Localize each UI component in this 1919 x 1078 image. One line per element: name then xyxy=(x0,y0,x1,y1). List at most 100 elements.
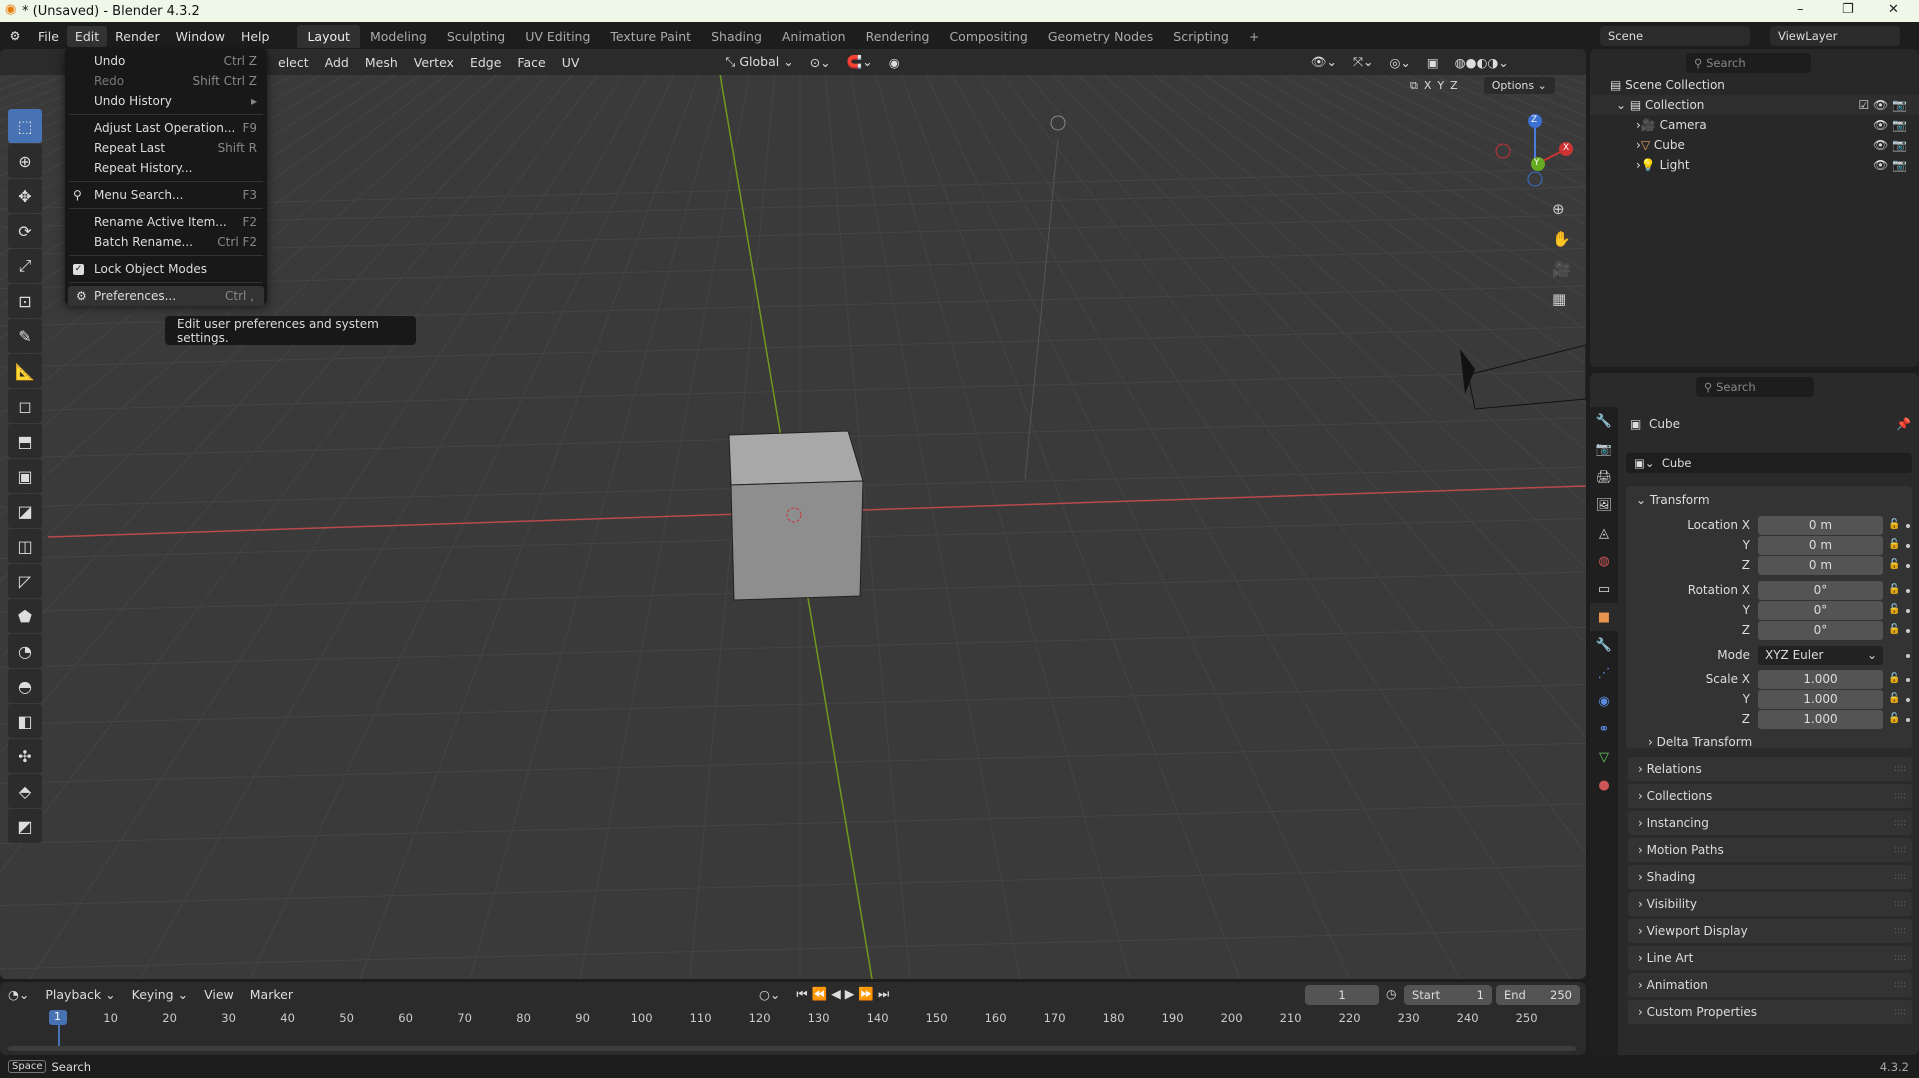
measure-tool[interactable]: 📐 xyxy=(8,354,42,388)
tab-scripting[interactable]: Scripting xyxy=(1163,25,1239,48)
lock-icon[interactable]: 🔓 xyxy=(1888,539,1900,550)
eye-icon[interactable]: 👁 📷 xyxy=(1873,118,1907,132)
editor-type-icon[interactable]: ◔⌄ xyxy=(0,985,37,1004)
spin-tool[interactable]: ◔ xyxy=(8,634,42,668)
location-z-field[interactable]: 0 m xyxy=(1758,556,1883,575)
menu-playback[interactable]: Playback ⌄ xyxy=(37,985,123,1004)
data-tab-icon[interactable]: ▽ xyxy=(1590,743,1618,771)
zoom-icon[interactable]: ⊕ xyxy=(1552,194,1571,224)
tab-sculpting[interactable]: Sculpting xyxy=(437,25,515,48)
menu-item-repeat-history[interactable]: Repeat History... xyxy=(65,158,267,178)
knife-tool[interactable]: ◸ xyxy=(8,564,42,598)
scale-y-field[interactable]: 1.000 xyxy=(1758,690,1883,709)
keyframe-dot-icon[interactable] xyxy=(1906,589,1910,593)
location-x-field[interactable]: 0 m xyxy=(1758,516,1883,535)
view-layer-selector[interactable]: ViewLayer xyxy=(1770,26,1900,46)
options-dropdown[interactable]: Options ⌄ xyxy=(1483,77,1555,94)
auto-keying-toggle[interactable]: ○⌄ xyxy=(751,985,788,1004)
end-frame-field[interactable]: End 250 xyxy=(1496,985,1580,1005)
outliner-item-camera[interactable]: › 🎥 Camera 👁 📷 xyxy=(1590,115,1919,135)
transform-tool[interactable]: ⊡ xyxy=(8,284,42,318)
menu-item-lock-object-modes[interactable]: ✓ Lock Object Modes xyxy=(65,259,267,279)
menu-item-menu-search[interactable]: ⚲ Menu Search... F3 xyxy=(65,185,267,205)
transform-header[interactable]: ⌄ Transform xyxy=(1626,486,1912,514)
menu-item-undo[interactable]: Undo Ctrl Z xyxy=(65,51,267,71)
view-layer-tab-icon[interactable]: 🖼 xyxy=(1590,491,1618,519)
perspective-grid-icon[interactable]: ▦ xyxy=(1552,284,1571,314)
keyframe-dot-icon[interactable] xyxy=(1906,564,1910,568)
checkbox-checked-icon[interactable]: ✓ xyxy=(73,263,84,275)
start-frame-field[interactable]: Start 1 xyxy=(1404,985,1492,1005)
menu-edit[interactable]: Edit xyxy=(66,25,108,47)
menu-vertex[interactable]: Vertex xyxy=(406,53,462,72)
particles-tab-icon[interactable]: ⋰ xyxy=(1590,659,1618,687)
panel-viewport-display[interactable]: › Viewport Display:::: xyxy=(1628,919,1912,943)
edge-slide-tool[interactable]: ◧ xyxy=(8,704,42,738)
proportional-edit-icon[interactable]: ◉ xyxy=(881,53,908,72)
pan-hand-icon[interactable]: ✋ xyxy=(1552,224,1571,254)
gizmo-toggle-icon[interactable]: ⤧⌄ xyxy=(1345,52,1381,72)
physics-tab-icon[interactable]: ◉ xyxy=(1590,687,1618,715)
close-button[interactable]: ✕ xyxy=(1888,2,1899,17)
outliner-item-cube[interactable]: › ▽ Cube 👁 📷 xyxy=(1590,135,1919,155)
smooth-tool[interactable]: ◓ xyxy=(8,669,42,703)
gizmo-x-label[interactable]: X xyxy=(1563,143,1569,153)
tab-shading[interactable]: Shading xyxy=(701,25,772,48)
modifier-tab-icon[interactable]: 🔧 xyxy=(1590,631,1618,659)
maximize-button[interactable]: ❐ xyxy=(1842,2,1854,17)
timeline-scrollbar[interactable] xyxy=(8,1046,1576,1051)
menu-item-adjust-last-operation[interactable]: Adjust Last Operation... F9 xyxy=(65,118,267,138)
keyframe-dot-icon[interactable] xyxy=(1906,629,1910,633)
menu-face[interactable]: Face xyxy=(509,53,553,72)
scale-tool[interactable]: ⤢ xyxy=(8,249,42,283)
menu-file[interactable]: File xyxy=(30,26,67,47)
tab-texture-paint[interactable]: Texture Paint xyxy=(600,25,701,48)
scene-tab-icon[interactable]: ◬ xyxy=(1590,519,1618,547)
mirror-x-toggle[interactable]: X xyxy=(1424,79,1432,92)
outliner-collection[interactable]: ⌄ ▤ Collection ☑ 👁 📷 xyxy=(1590,95,1919,115)
menu-window[interactable]: Window xyxy=(168,26,233,47)
menu-item-preferences[interactable]: ⚙ Preferences... Ctrl , xyxy=(68,286,264,306)
keyframe-dot-icon[interactable] xyxy=(1906,544,1910,548)
menu-render[interactable]: Render xyxy=(107,26,168,47)
shear-tool[interactable]: ⬘ xyxy=(8,774,42,808)
snap-icon[interactable]: 🧲⌄ xyxy=(839,52,881,72)
poly-build-tool[interactable]: ⬟ xyxy=(8,599,42,633)
menu-select[interactable]: elect xyxy=(270,53,317,72)
collection-tab-icon[interactable]: ▭ xyxy=(1590,575,1618,603)
menu-item-repeat-last[interactable]: Repeat Last Shift R xyxy=(65,138,267,158)
menu-edge[interactable]: Edge xyxy=(462,53,509,72)
scale-x-field[interactable]: 1.000 xyxy=(1758,670,1883,689)
keyframe-dot-icon[interactable] xyxy=(1906,609,1910,613)
lock-icon[interactable]: 🔓 xyxy=(1888,584,1900,595)
tab-modeling[interactable]: Modeling xyxy=(360,25,437,48)
panel-custom-properties[interactable]: › Custom Properties:::: xyxy=(1628,1000,1912,1024)
outliner-search-input[interactable]: ⚲ Search xyxy=(1686,53,1811,73)
camera-view-icon[interactable]: 🎥 xyxy=(1552,254,1571,284)
properties-search-input[interactable]: ⚲ Search xyxy=(1696,377,1814,397)
keyframe-dot-icon[interactable] xyxy=(1906,698,1910,702)
outliner-scene-collection[interactable]: ▤ Scene Collection xyxy=(1590,75,1919,95)
keyframe-dot-icon[interactable] xyxy=(1906,654,1910,658)
output-tab-icon[interactable]: 🖨 xyxy=(1590,463,1618,491)
bevel-tool[interactable]: ◪ xyxy=(8,494,42,528)
gizmo-y-label[interactable]: Y xyxy=(1534,158,1540,168)
tool-tab-icon[interactable]: 🔧 xyxy=(1590,407,1618,435)
rip-region-tool[interactable]: ◩ xyxy=(8,809,42,843)
rotation-z-field[interactable]: 0° xyxy=(1758,621,1883,640)
menu-marker[interactable]: Marker xyxy=(242,985,301,1004)
add-cube-tool[interactable]: ◻ xyxy=(8,389,42,423)
move-tool[interactable]: ✥ xyxy=(8,179,42,213)
add-workspace-button[interactable]: + xyxy=(1239,25,1269,48)
annotate-tool[interactable]: ✎ xyxy=(8,319,42,353)
loop-cut-tool[interactable]: ◫ xyxy=(8,529,42,563)
minimize-button[interactable]: – xyxy=(1797,2,1804,17)
rotation-mode-dropdown[interactable]: XYZ Euler ⌄ xyxy=(1758,646,1883,665)
scene-selector[interactable]: Scene xyxy=(1600,26,1750,46)
menu-view[interactable]: View xyxy=(196,985,242,1004)
world-tab-icon[interactable]: ◍ xyxy=(1590,547,1618,575)
mirror-icon[interactable]: ⧉ xyxy=(1410,79,1418,93)
eye-icon[interactable]: 👁 📷 xyxy=(1873,158,1907,172)
lock-icon[interactable]: 🔓 xyxy=(1888,624,1900,635)
constraints-tab-icon[interactable]: ⚭ xyxy=(1590,715,1618,743)
